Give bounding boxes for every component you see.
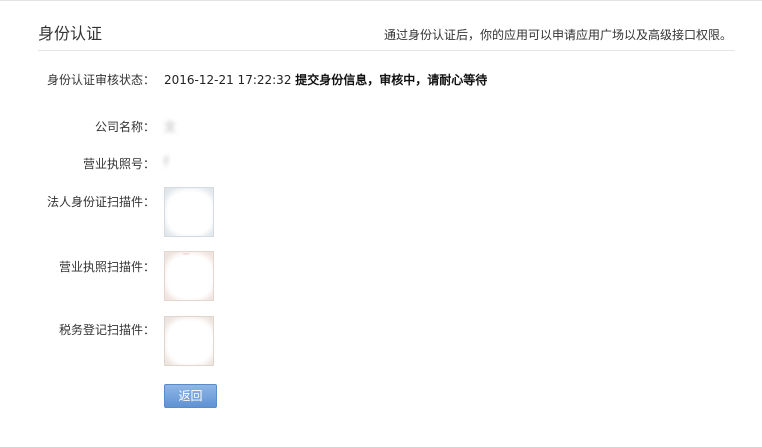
status-value: 2016-12-21 17:22:32 提交身份信息，审核中，请耐心等待 xyxy=(164,71,487,88)
page-title: 身份认证 xyxy=(38,24,103,43)
stamp-mark xyxy=(183,253,189,255)
top-border xyxy=(0,0,762,1)
section-header: 身份认证 通过身份认证后，你的应用可以申请应用广场以及高级接口权限。 xyxy=(38,10,735,51)
redacted-image-area xyxy=(168,192,212,234)
license-scan-label: 营业执照扫描件： xyxy=(58,260,155,274)
license-scan-thumbnail[interactable] xyxy=(164,251,214,301)
id-scan-thumbnail[interactable] xyxy=(164,187,214,237)
redacted-image-area xyxy=(168,256,212,298)
header-note: 通过身份认证后，你的应用可以申请应用广场以及高级接口权限。 xyxy=(383,28,732,42)
license-number-value: f xyxy=(164,155,169,169)
redacted-image-area xyxy=(168,321,212,363)
license-number-label: 营业执照号： xyxy=(82,157,155,171)
company-name-value: 文 xyxy=(164,120,177,134)
tax-scan-thumbnail[interactable] xyxy=(164,316,214,366)
tax-scan-label: 税务登记扫描件： xyxy=(58,323,155,337)
status-label: 身份认证审核状态： xyxy=(46,73,155,87)
back-button[interactable]: 返回 xyxy=(164,384,217,408)
id-scan-label: 法人身份证扫描件： xyxy=(46,195,155,209)
status-message: 提交身份信息，审核中，请耐心等待 xyxy=(295,73,488,87)
company-name-label: 公司名称： xyxy=(94,120,155,134)
status-time: 2016-12-21 17:22:32 xyxy=(164,73,292,87)
